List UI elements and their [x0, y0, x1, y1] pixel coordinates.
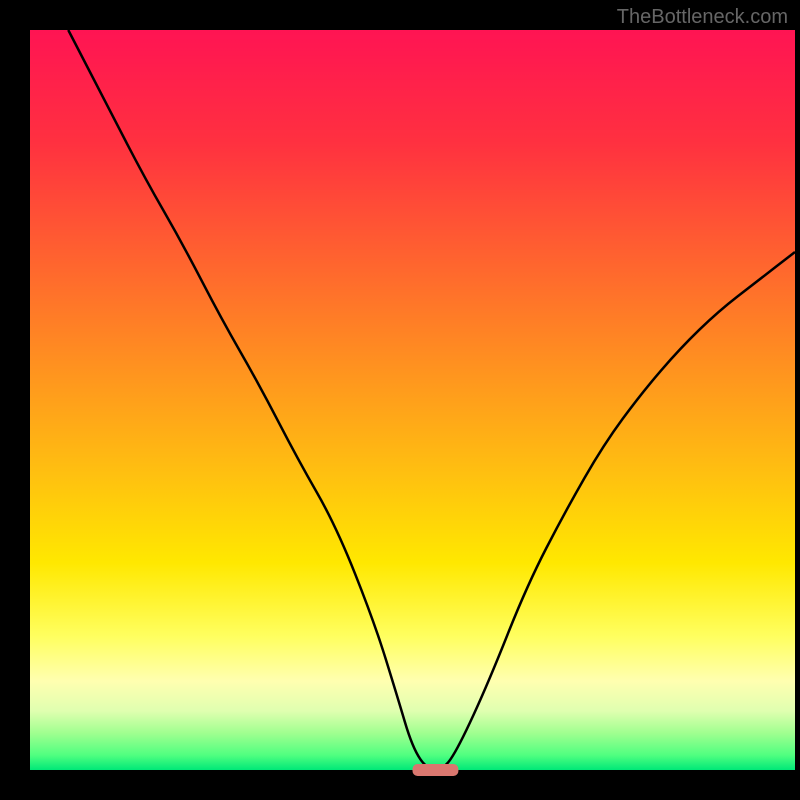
watermark-text: TheBottleneck.com [617, 6, 788, 29]
gradient-background [30, 30, 795, 770]
optimal-marker [413, 764, 459, 776]
bottleneck-chart [0, 0, 800, 800]
chart-container: TheBottleneck.com [0, 0, 800, 800]
